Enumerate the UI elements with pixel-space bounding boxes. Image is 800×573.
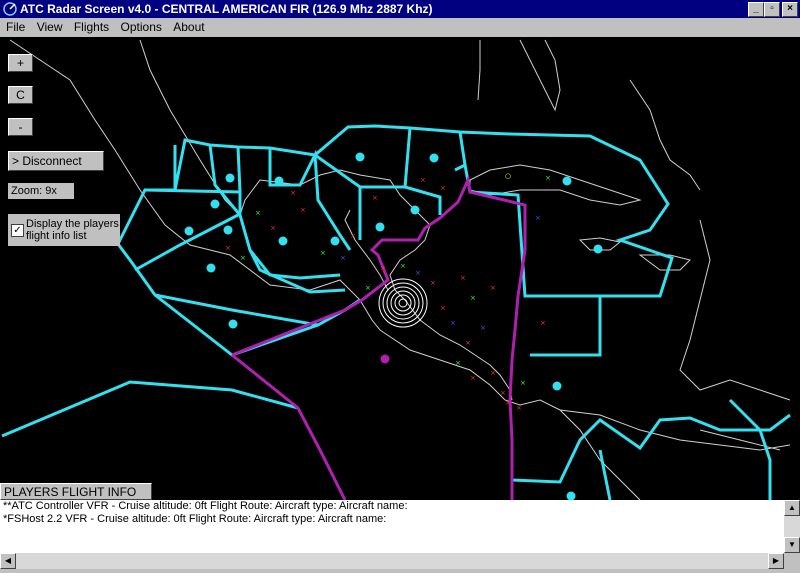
coastlines	[9, 39, 791, 500]
svg-text:×: ×	[350, 232, 356, 240]
maximize-button[interactable]: ▫	[764, 2, 780, 17]
svg-text:×: ×	[470, 294, 476, 302]
svg-text:×: ×	[535, 214, 541, 222]
svg-text:×: ×	[290, 189, 296, 197]
svg-text:×: ×	[372, 194, 378, 202]
svg-text:×: ×	[505, 399, 511, 407]
svg-text:×: ×	[500, 389, 506, 397]
close-button[interactable]: ×	[782, 2, 798, 17]
svg-text:×: ×	[460, 274, 466, 282]
arrow-down-icon[interactable]: ▼	[784, 537, 800, 553]
svg-text:×: ×	[255, 209, 261, 217]
radar-app-icon	[2, 1, 18, 17]
menu-flights[interactable]: Flights	[74, 18, 109, 34]
range-rings	[378, 278, 428, 328]
svg-text:×: ×	[480, 324, 486, 332]
svg-text:×: ×	[490, 369, 496, 377]
horizontal-scrollbar[interactable]: ◀ ▶	[0, 553, 784, 569]
menu-view[interactable]: View	[37, 18, 63, 34]
scrollbar-corner	[784, 553, 800, 569]
arrow-right-icon[interactable]: ▶	[768, 553, 784, 569]
radar-display[interactable]: × × × × × × × × × × × × × × × × × × × × × × × × × × ×…	[0, 37, 800, 500]
menu-about[interactable]: About	[173, 18, 204, 34]
svg-text:×: ×	[365, 284, 371, 292]
svg-text:×: ×	[465, 339, 471, 347]
center-button[interactable]: C	[8, 86, 33, 104]
svg-text:×: ×	[545, 174, 551, 182]
players-info-list[interactable]: **ATC Controller VFR - Cruise altitude: …	[0, 500, 784, 553]
window-title: ATC Radar Screen v4.0 - CENTRAL AMERICAN…	[20, 2, 433, 16]
svg-text:×: ×	[240, 254, 246, 262]
svg-text:×: ×	[415, 269, 421, 277]
title-bar: ATC Radar Screen v4.0 - CENTRAL AMERICAN…	[0, 0, 800, 18]
svg-text:×: ×	[340, 254, 346, 262]
players-info-label: PLAYERS FLIGHT INFO LIST:	[0, 483, 152, 516]
display-players-label: Display the players flight info list	[26, 218, 119, 242]
menu-file[interactable]: File	[6, 18, 25, 34]
navaid-marks: × × × × × × × × × × × × × × × × × × × × × × × × × × ×…	[225, 172, 551, 412]
arrow-up-icon[interactable]: ▲	[784, 500, 800, 516]
zoom-in-button[interactable]: +	[8, 54, 33, 72]
svg-text:×: ×	[420, 176, 426, 184]
menu-options[interactable]: Options	[121, 18, 162, 34]
svg-text:×: ×	[470, 374, 476, 382]
vertical-scrollbar[interactable]: ▲ ▼	[784, 500, 800, 553]
arrow-left-icon[interactable]: ◀	[0, 553, 16, 569]
svg-text:×: ×	[380, 264, 386, 272]
list-item[interactable]: **ATC Controller VFR - Cruise altitude: …	[0, 500, 784, 513]
svg-text:×: ×	[270, 224, 276, 232]
display-players-option[interactable]: ✓ Display the players flight info list	[8, 214, 120, 246]
svg-text:×: ×	[430, 279, 436, 287]
svg-text:×: ×	[450, 319, 456, 327]
list-item[interactable]: *FSHost 2.2 VFR - Cruise altitude: 0ft F…	[0, 513, 784, 526]
svg-text:×: ×	[490, 284, 496, 292]
svg-text:×: ×	[400, 262, 406, 270]
svg-text:×: ×	[320, 249, 326, 257]
svg-text:×: ×	[455, 359, 461, 367]
menu-bar: File View Flights Options About	[0, 18, 800, 37]
svg-text:○: ○	[505, 172, 511, 180]
magenta-waypoint	[380, 354, 390, 364]
svg-text:×: ×	[440, 304, 446, 312]
svg-text:×: ×	[540, 319, 546, 327]
svg-text:×: ×	[300, 206, 306, 214]
zoom-level: Zoom: 9x	[8, 183, 74, 199]
disconnect-button[interactable]: > Disconnect	[8, 151, 104, 171]
minimize-button[interactable]: _	[748, 2, 764, 17]
svg-text:×: ×	[225, 244, 231, 252]
display-players-checkbox[interactable]: ✓	[11, 224, 24, 237]
svg-text:×: ×	[440, 184, 446, 192]
radar-map[interactable]: × × × × × × × × × × × × × × × × × × × × × × × × × × ×…	[0, 37, 800, 500]
svg-text:×: ×	[516, 404, 522, 412]
zoom-out-button[interactable]: -	[8, 118, 33, 136]
svg-text:×: ×	[520, 379, 526, 387]
